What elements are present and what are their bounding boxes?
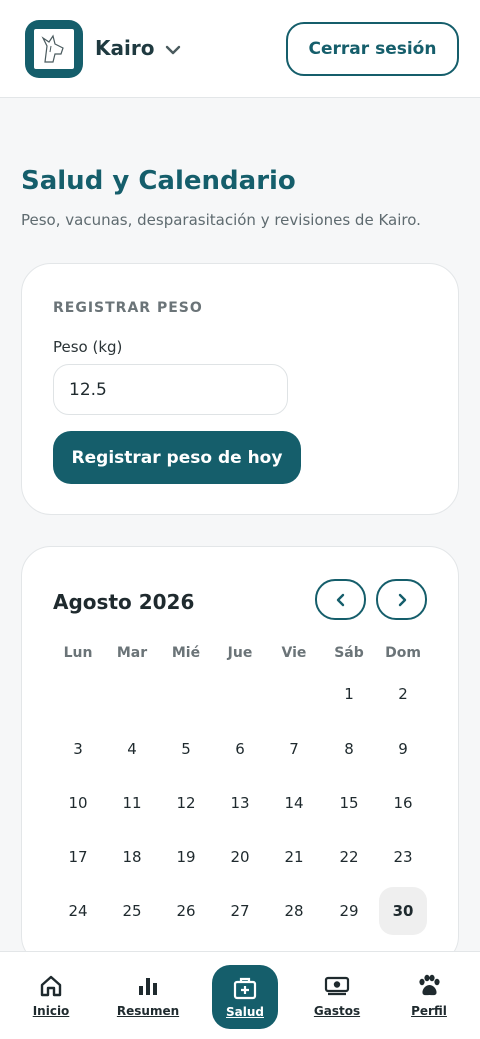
calendar-day[interactable]: 10 bbox=[54, 779, 102, 827]
calendar-day[interactable]: 9 bbox=[379, 725, 427, 773]
bar-chart-icon bbox=[139, 978, 157, 995]
calendar-day[interactable]: 14 bbox=[270, 779, 318, 827]
nav-label: Inicio bbox=[32, 1004, 70, 1018]
calendar-day[interactable]: 6 bbox=[216, 725, 264, 773]
register-weight-button[interactable]: Registrar peso de hoy bbox=[53, 431, 301, 484]
money-icon bbox=[324, 976, 350, 996]
nav-item-gastos[interactable]: Gastos bbox=[289, 952, 385, 1039]
calendar-day[interactable]: 12 bbox=[162, 779, 210, 827]
calendar-day[interactable]: 1 bbox=[325, 670, 373, 718]
weight-input[interactable] bbox=[53, 364, 288, 415]
weight-card: REGISTRAR PESO Peso (kg) Registrar peso … bbox=[21, 263, 459, 515]
page-subtitle: Peso, vacunas, desparasitación y revisio… bbox=[21, 211, 421, 229]
calendar-card: Agosto 2026 Lun Mar Mié Jue Vie Sáb Dom 123456… bbox=[21, 546, 459, 966]
calendar-day[interactable]: 21 bbox=[270, 833, 318, 881]
calendar-day[interactable]: 3 bbox=[54, 725, 102, 773]
nav-item-resumen[interactable]: Resumen bbox=[100, 952, 196, 1039]
calendar-day[interactable]: 15 bbox=[325, 779, 373, 827]
page-title: Salud y Calendario bbox=[21, 166, 296, 196]
pet-name[interactable]: Kairo bbox=[95, 36, 154, 60]
nav-label: Resumen bbox=[116, 1004, 180, 1018]
nav-item-inicio[interactable]: Inicio bbox=[3, 952, 99, 1039]
weekday-label: Lun bbox=[63, 645, 93, 661]
weekday-label: Jue bbox=[227, 645, 253, 661]
chevron-right-icon bbox=[398, 593, 406, 606]
calendar-day[interactable]: 11 bbox=[108, 779, 156, 827]
calendar-day[interactable]: 26 bbox=[162, 887, 210, 935]
calendar-day[interactable]: 22 bbox=[325, 833, 373, 881]
calendar-day[interactable]: 25 bbox=[108, 887, 156, 935]
previous-month-button[interactable] bbox=[315, 579, 366, 620]
calendar-day[interactable]: 16 bbox=[379, 779, 427, 827]
nav-label: Gastos bbox=[313, 1004, 361, 1018]
medical-kit-icon bbox=[233, 977, 257, 1000]
calendar-day[interactable]: 28 bbox=[270, 887, 318, 935]
calendar-day[interactable]: 29 bbox=[325, 887, 373, 935]
bottom-navigation: Inicio Resumen Salud Gastos Perfil bbox=[0, 951, 480, 1039]
dog-icon bbox=[34, 29, 74, 69]
nav-label: Perfil bbox=[411, 1004, 447, 1018]
weekday-label: Sáb bbox=[334, 645, 364, 661]
calendar-day[interactable]: 8 bbox=[325, 725, 373, 773]
calendar-day[interactable]: 27 bbox=[216, 887, 264, 935]
calendar-day[interactable]: 2 bbox=[379, 670, 427, 718]
home-icon bbox=[40, 975, 62, 997]
weekday-label: Vie bbox=[281, 645, 307, 661]
calendar-day[interactable]: 20 bbox=[216, 833, 264, 881]
pet-avatar[interactable] bbox=[25, 20, 83, 78]
calendar-day[interactable]: 24 bbox=[54, 887, 102, 935]
weekday-label: Dom bbox=[385, 645, 421, 661]
calendar-month-title: Agosto 2026 bbox=[53, 590, 195, 614]
calendar-day[interactable]: 13 bbox=[216, 779, 264, 827]
weekday-label: Mié bbox=[171, 645, 201, 661]
nav-label: Salud bbox=[226, 1005, 264, 1019]
calendar-day[interactable]: 4 bbox=[108, 725, 156, 773]
calendar-day[interactable]: 23 bbox=[379, 833, 427, 881]
calendar-day[interactable]: 19 bbox=[162, 833, 210, 881]
nav-item-salud[interactable]: Salud bbox=[212, 965, 278, 1029]
calendar-day[interactable]: 5 bbox=[162, 725, 210, 773]
section-label: REGISTRAR PESO bbox=[53, 300, 203, 316]
next-month-button[interactable] bbox=[376, 579, 427, 620]
weight-field-label: Peso (kg) bbox=[53, 338, 123, 356]
calendar-day[interactable]: 17 bbox=[54, 833, 102, 881]
app-header: Kairo Cerrar sesión bbox=[0, 0, 480, 98]
calendar-day[interactable]: 7 bbox=[270, 725, 318, 773]
nav-item-perfil[interactable]: Perfil bbox=[381, 952, 477, 1039]
calendar-day[interactable]: 18 bbox=[108, 833, 156, 881]
chevron-left-icon bbox=[336, 593, 344, 606]
logout-button[interactable]: Cerrar sesión bbox=[286, 22, 459, 76]
chevron-down-icon[interactable] bbox=[163, 40, 183, 60]
calendar-day-today[interactable]: 30 bbox=[379, 887, 427, 935]
paw-icon bbox=[419, 974, 440, 996]
weekday-label: Mar bbox=[116, 645, 148, 661]
